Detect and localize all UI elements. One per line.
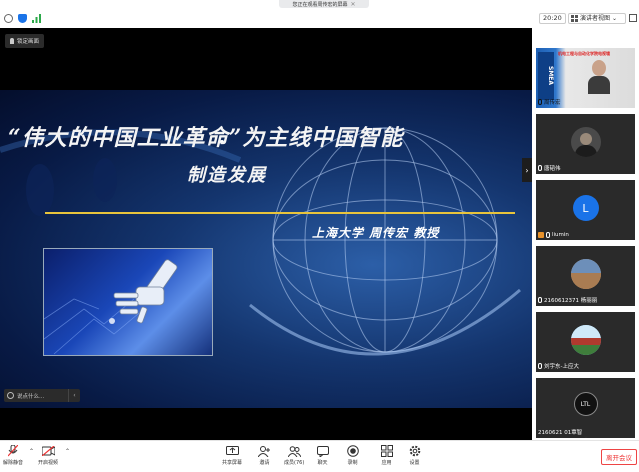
participant-label: 刘宇东-上应大 — [538, 362, 579, 370]
scroll-down-icon[interactable]: ⌄ — [583, 432, 589, 440]
mic-icon — [538, 99, 542, 105]
participant-name: 唐韬伟 — [544, 166, 561, 172]
participant-tile[interactable]: 唐韬伟 — [536, 114, 635, 174]
avatar — [570, 259, 601, 289]
mic-off-icon — [7, 445, 20, 457]
sidebar-logo: SMEA — [538, 52, 554, 100]
members-icon — [287, 445, 301, 457]
participant-label: 2160612371 杨丽丽 — [538, 296, 597, 304]
avatar: L — [572, 195, 599, 221]
shared-screen: 锁定画面 “伟大的中国工业革命”为主线中国智能 制造发展 上海大学 周传宏 教授… — [0, 28, 532, 440]
participant-name: 2160612371 杨丽丽 — [544, 298, 598, 304]
view-mode-label: 演讲者视图 — [580, 15, 611, 22]
pin-icon — [10, 38, 14, 44]
record-button[interactable]: 录制 — [346, 445, 359, 466]
grid-icon — [571, 15, 578, 22]
mic-off-icon — [538, 363, 542, 369]
members-label: 成员(76) — [284, 460, 305, 466]
chevron-up-icon[interactable]: ⌃ — [29, 448, 34, 455]
view-mode-button[interactable]: 演讲者视图 ⌄ — [568, 13, 626, 24]
start-video-label: 开启视频 — [38, 460, 59, 466]
add-user-icon — [258, 445, 271, 457]
sidebar-toggle-button[interactable]: › — [522, 158, 532, 182]
invite-label: 邀请 — [259, 460, 270, 466]
camera-off-icon — [41, 445, 55, 457]
chat-icon — [316, 445, 329, 457]
top-toolbar: 20:20 演讲者视图 ⌄ — [0, 9, 639, 28]
participant-label: liumin — [538, 232, 569, 238]
fullscreen-icon[interactable] — [629, 14, 637, 22]
share-screen-icon — [225, 445, 239, 457]
apps-button[interactable]: 应用 — [380, 445, 393, 466]
slide-title-line2: 制造发展 — [187, 165, 267, 186]
avatar — [570, 127, 601, 157]
emoji-icon[interactable] — [7, 392, 14, 399]
leave-meeting-button[interactable]: 离开会议 — [601, 449, 637, 465]
presenter-avatar — [588, 60, 610, 94]
share-banner: 您正在观看周传宏的屏幕 ✕ — [279, 0, 369, 8]
record-icon — [346, 445, 359, 457]
unmute-button[interactable]: 解除静音 — [3, 445, 23, 466]
meeting-timer: 20:20 — [539, 13, 566, 24]
participant-name: 周传宏 — [544, 100, 561, 106]
participant-tile[interactable]: 机电工程与自动化学院电视墙 SMEA 周传宏 — [536, 48, 635, 108]
share-screen-button[interactable]: 共享屏幕 — [222, 445, 242, 466]
participant-tile[interactable]: 2160612371 杨丽丽 — [536, 246, 635, 306]
participant-tile[interactable]: LTL 2160621 01覃智 — [536, 378, 635, 438]
bottom-toolbar: 解除静音 ⌃ 开启视频 ⌃ 共享屏幕 邀请 成员(76) 聊天 录制 应用 设置… — [0, 440, 639, 472]
lock-view-button[interactable]: 锁定画面 — [5, 34, 45, 48]
chat-button[interactable]: 聊天 — [316, 445, 329, 466]
share-screen-label: 共享屏幕 — [222, 460, 243, 466]
host-icon — [538, 232, 544, 238]
chevron-up-icon[interactable]: ⌃ — [65, 448, 70, 455]
share-banner-text: 您正在观看周传宏的屏幕 — [292, 1, 348, 8]
robot-hand-image — [43, 248, 213, 356]
participant-tile[interactable]: L liumin — [536, 180, 635, 240]
info-icon[interactable] — [4, 14, 13, 23]
start-video-button[interactable]: 开启视频 — [38, 445, 58, 466]
close-icon[interactable]: ✕ — [350, 1, 355, 8]
participant-name: liumin — [552, 232, 569, 238]
mic-off-icon — [546, 232, 550, 238]
participant-tile[interactable]: 刘宇东-上应大 — [536, 312, 635, 372]
chat-placeholder: 说点什么... — [17, 393, 45, 400]
apps-label: 应用 — [381, 460, 392, 466]
avatar: LTL — [573, 392, 598, 416]
chat-input[interactable]: 说点什么... ‹ — [4, 389, 80, 402]
presentation-slide: “伟大的中国工业革命”为主线中国智能 制造发展 上海大学 周传宏 教授 — [0, 90, 532, 408]
banner-text: 机电工程与自动化学院电视墙 — [558, 51, 610, 56]
lock-view-label: 锁定画面 — [17, 39, 40, 45]
participant-name: 2160621 01覃智 — [538, 430, 583, 436]
settings-button[interactable]: 设置 — [408, 445, 421, 466]
gear-icon — [408, 445, 421, 457]
mic-off-icon — [538, 297, 542, 303]
record-label: 录制 — [347, 460, 358, 466]
divider-line — [45, 212, 515, 214]
avatar-initial: LTL — [580, 400, 591, 408]
chat-label: 聊天 — [317, 460, 328, 466]
collapse-chat-icon[interactable]: ‹ — [68, 389, 80, 402]
participant-sidebar: 机电工程与自动化学院电视墙 SMEA 周传宏 唐韬伟 L liumin 2160… — [532, 28, 639, 440]
unmute-label: 解除静音 — [3, 460, 24, 466]
members-button[interactable]: 成员(76) — [284, 445, 304, 466]
participant-label: 2160621 01覃智 — [538, 428, 582, 436]
signal-icon[interactable] — [32, 14, 41, 23]
mic-off-icon — [538, 165, 542, 171]
avatar-initial: L — [582, 201, 589, 215]
invite-button[interactable]: 邀请 — [258, 445, 271, 466]
participant-label: 唐韬伟 — [538, 164, 561, 172]
participant-label: 周传宏 — [538, 98, 561, 106]
shield-icon[interactable] — [18, 14, 27, 23]
slide-title-line1: “伟大的中国工业革命”为主线中国智能 — [8, 125, 404, 151]
settings-label: 设置 — [409, 460, 420, 466]
apps-icon — [380, 445, 393, 457]
slide-author: 上海大学 周传宏 教授 — [312, 226, 440, 240]
participant-name: 刘宇东-上应大 — [544, 364, 579, 370]
chevron-down-icon: ⌄ — [612, 15, 618, 22]
avatar — [570, 325, 601, 355]
